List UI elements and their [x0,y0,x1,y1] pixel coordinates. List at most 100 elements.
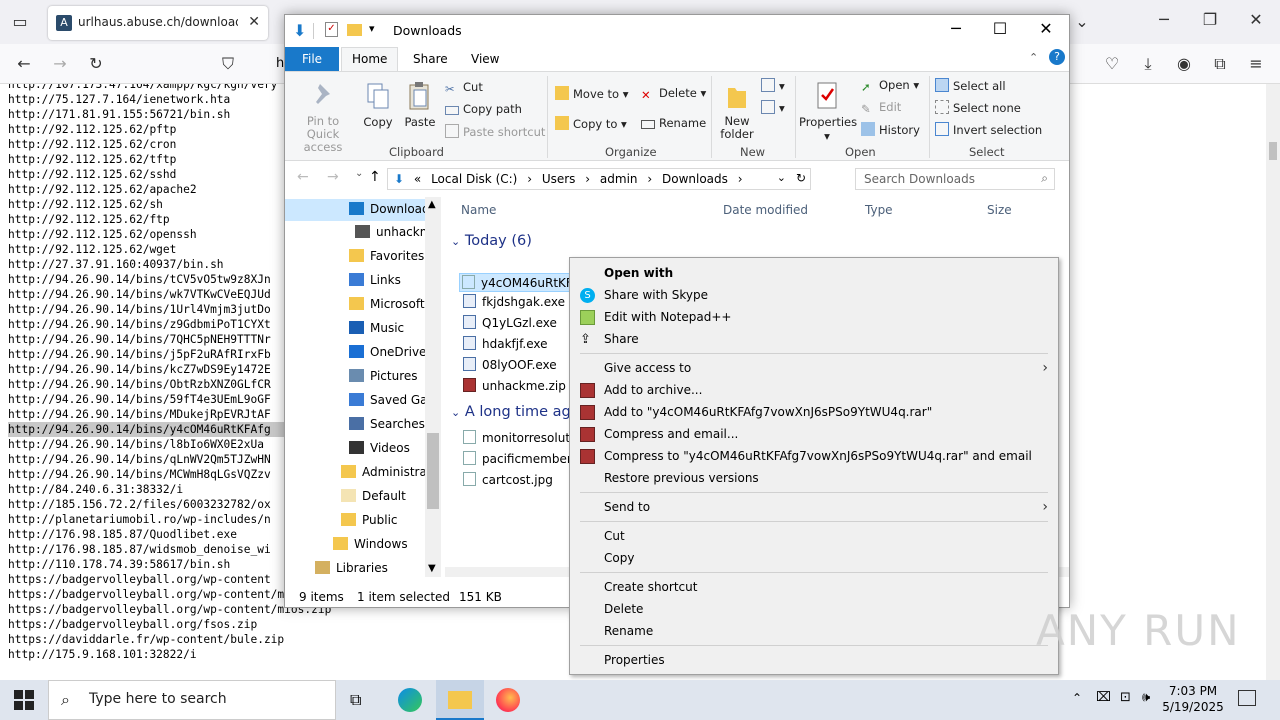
menu-compress-rar-email[interactable]: Compress to "y4cOM46uRtKFAfg7vowXnJ6sPSo… [570,445,1058,467]
tab-home[interactable]: Home [341,47,399,71]
nav-item-public[interactable]: Public [341,513,398,527]
move-to-button[interactable]: Move to ▾ [555,86,628,101]
windows-start-icon[interactable] [14,690,34,710]
file-item[interactable]: pacificmembers. [463,451,582,466]
nav-item-videos[interactable]: Videos [349,441,410,455]
file-item[interactable]: cartcost.jpg [463,472,553,487]
properties-qa-icon[interactable]: ✓ [325,22,338,37]
column-date-modified[interactable]: Date modified [723,203,808,217]
nav-item-windows[interactable]: Windows [333,537,408,551]
forward-icon[interactable]: → [48,54,72,73]
column-size[interactable]: Size [987,203,1012,217]
volume-icon[interactable]: 🕪 [1142,690,1150,705]
select-all-button[interactable]: Select all [935,78,1006,93]
reload-icon[interactable]: ↻ [84,54,108,73]
menu-edit-notepad[interactable]: Edit with Notepad++ [570,306,1058,328]
easy-access-button[interactable]: ▾ [761,100,785,115]
close-icon[interactable]: ✕ [1031,19,1061,38]
menu-add-rar[interactable]: Add to "y4cOM46uRtKFAfg7vowXnJ6sPSo9YtWU… [570,401,1058,423]
group-long-ago[interactable]: ⌄ A long time ago [451,404,580,420]
menu-properties[interactable]: Properties [570,649,1058,671]
account-icon[interactable]: ◉ [1172,54,1196,73]
edge-icon[interactable] [398,688,422,712]
nav-item-administrat[interactable]: Administrat [341,465,432,479]
breadcrumb-downloads[interactable]: Downloads [662,172,728,186]
nav-item-favorites[interactable]: Favorites [349,249,424,263]
tray-device-icon[interactable]: ⌧ [1096,690,1111,705]
downloads-icon[interactable]: ⤓ [1136,54,1160,74]
properties-button[interactable]: Properties ▾ [799,80,857,143]
scroll-thumb[interactable] [427,433,439,509]
nav-item-unhackm[interactable]: unhackm [355,225,431,239]
nav-item-links[interactable]: Links [349,273,401,287]
notification-icon[interactable] [1238,690,1256,706]
url-bar[interactable]: h [276,56,284,71]
file-item[interactable]: hdakfjf.exe [463,336,548,351]
customize-qa-icon[interactable]: ▾ [369,22,375,35]
tab-share[interactable]: Share [403,50,458,68]
paste-shortcut-button[interactable]: Paste shortcut [445,124,545,139]
file-item[interactable]: 08lyOOF.exe [463,357,557,372]
column-type[interactable]: Type [865,203,893,217]
nav-item-microsoft[interactable]: Microsoft [349,297,425,311]
rename-button[interactable]: Rename [641,116,706,130]
menu-give-access[interactable]: Give access to › [570,357,1058,379]
menu-add-archive[interactable]: Add to archive... [570,379,1058,401]
network-icon[interactable]: ⊡ [1120,690,1131,705]
menu-compress-email[interactable]: Compress and email... [570,423,1058,445]
tab-list-icon[interactable]: ▭ [8,12,32,31]
minimize-icon[interactable]: ─ [1152,10,1176,29]
file-item[interactable]: fkjdshgak.exe [463,294,565,309]
forward-icon[interactable]: → [327,169,339,185]
address-dropdown-icon[interactable]: ⌄ [777,171,786,184]
scroll-down-icon[interactable]: ▼ [428,563,436,574]
breadcrumb-local-disk[interactable]: Local Disk (C:) [431,172,517,186]
pocket-icon[interactable]: ♡ [1100,54,1124,73]
address-bar[interactable]: ⬇ « Local Disk (C:) › Users › admin › Do… [387,168,811,190]
menu-icon[interactable]: ≡ [1244,54,1268,73]
invert-selection-button[interactable]: Invert selection [935,122,1042,137]
copy-button[interactable]: Copy [363,80,393,129]
menu-copy[interactable]: Copy [570,547,1058,569]
recent-locations-icon[interactable]: ⌄ [355,168,363,179]
collapse-ribbon-icon[interactable]: ⌃ [1029,51,1038,64]
menu-delete[interactable]: Delete [570,598,1058,620]
breadcrumb-admin[interactable]: admin [600,172,638,186]
pin-quick-access-button[interactable]: Pin to Quick access [289,80,357,154]
task-view-icon[interactable]: ⧉ [350,690,361,710]
folder-qa-icon[interactable] [347,24,362,36]
nav-item-default[interactable]: Default [341,489,406,503]
history-button[interactable]: History [861,122,920,137]
browser-tab[interactable]: A urlhaus.abuse.ch/downloads/te ✕ [48,6,268,40]
refresh-icon[interactable]: ↻ [796,171,806,185]
file-item[interactable]: monitorresoluti [463,430,573,445]
group-today[interactable]: ⌄ Today (6) [451,233,532,249]
file-item[interactable]: Q1yLGzl.exe [463,315,557,330]
help-icon[interactable]: ? [1049,49,1065,65]
scroll-up-icon[interactable]: ▲ [428,199,436,210]
nav-item-pictures[interactable]: Pictures [349,369,418,383]
search-input[interactable]: Search Downloads ⌕ [855,168,1055,190]
breadcrumb-overflow[interactable]: « [414,172,421,186]
menu-restore-versions[interactable]: Restore previous versions [570,467,1058,489]
menu-create-shortcut[interactable]: Create shortcut [570,576,1058,598]
tab-view[interactable]: View [461,50,509,68]
taskbar-search[interactable]: ⌕ Type here to search [48,680,336,720]
copy-path-button[interactable]: Copy path [445,102,522,116]
list-all-tabs-icon[interactable]: ⌄ [1070,12,1094,31]
menu-send-to[interactable]: Send to › [570,496,1058,518]
edit-button[interactable]: ✎ Edit [861,100,901,116]
clock[interactable]: 7:03 PM 5/19/2025 [1160,683,1226,715]
paste-button[interactable]: Paste [403,80,437,129]
explorer-taskbar-button[interactable] [436,680,484,720]
close-tab-icon[interactable]: ✕ [248,14,260,30]
nav-item-searches[interactable]: Searches [349,417,425,431]
tab-file[interactable]: File [285,47,339,71]
close-window-icon[interactable]: ✕ [1244,10,1268,29]
tray-chevron-icon[interactable]: ⌃ [1072,691,1082,705]
file-item[interactable]: unhackme.zip [463,378,566,393]
up-icon[interactable]: ↑ [369,169,381,185]
restore-icon[interactable]: ❐ [1198,10,1222,29]
delete-button[interactable]: ✕ Delete ▾ [641,86,706,102]
column-name[interactable]: Name [461,203,496,217]
